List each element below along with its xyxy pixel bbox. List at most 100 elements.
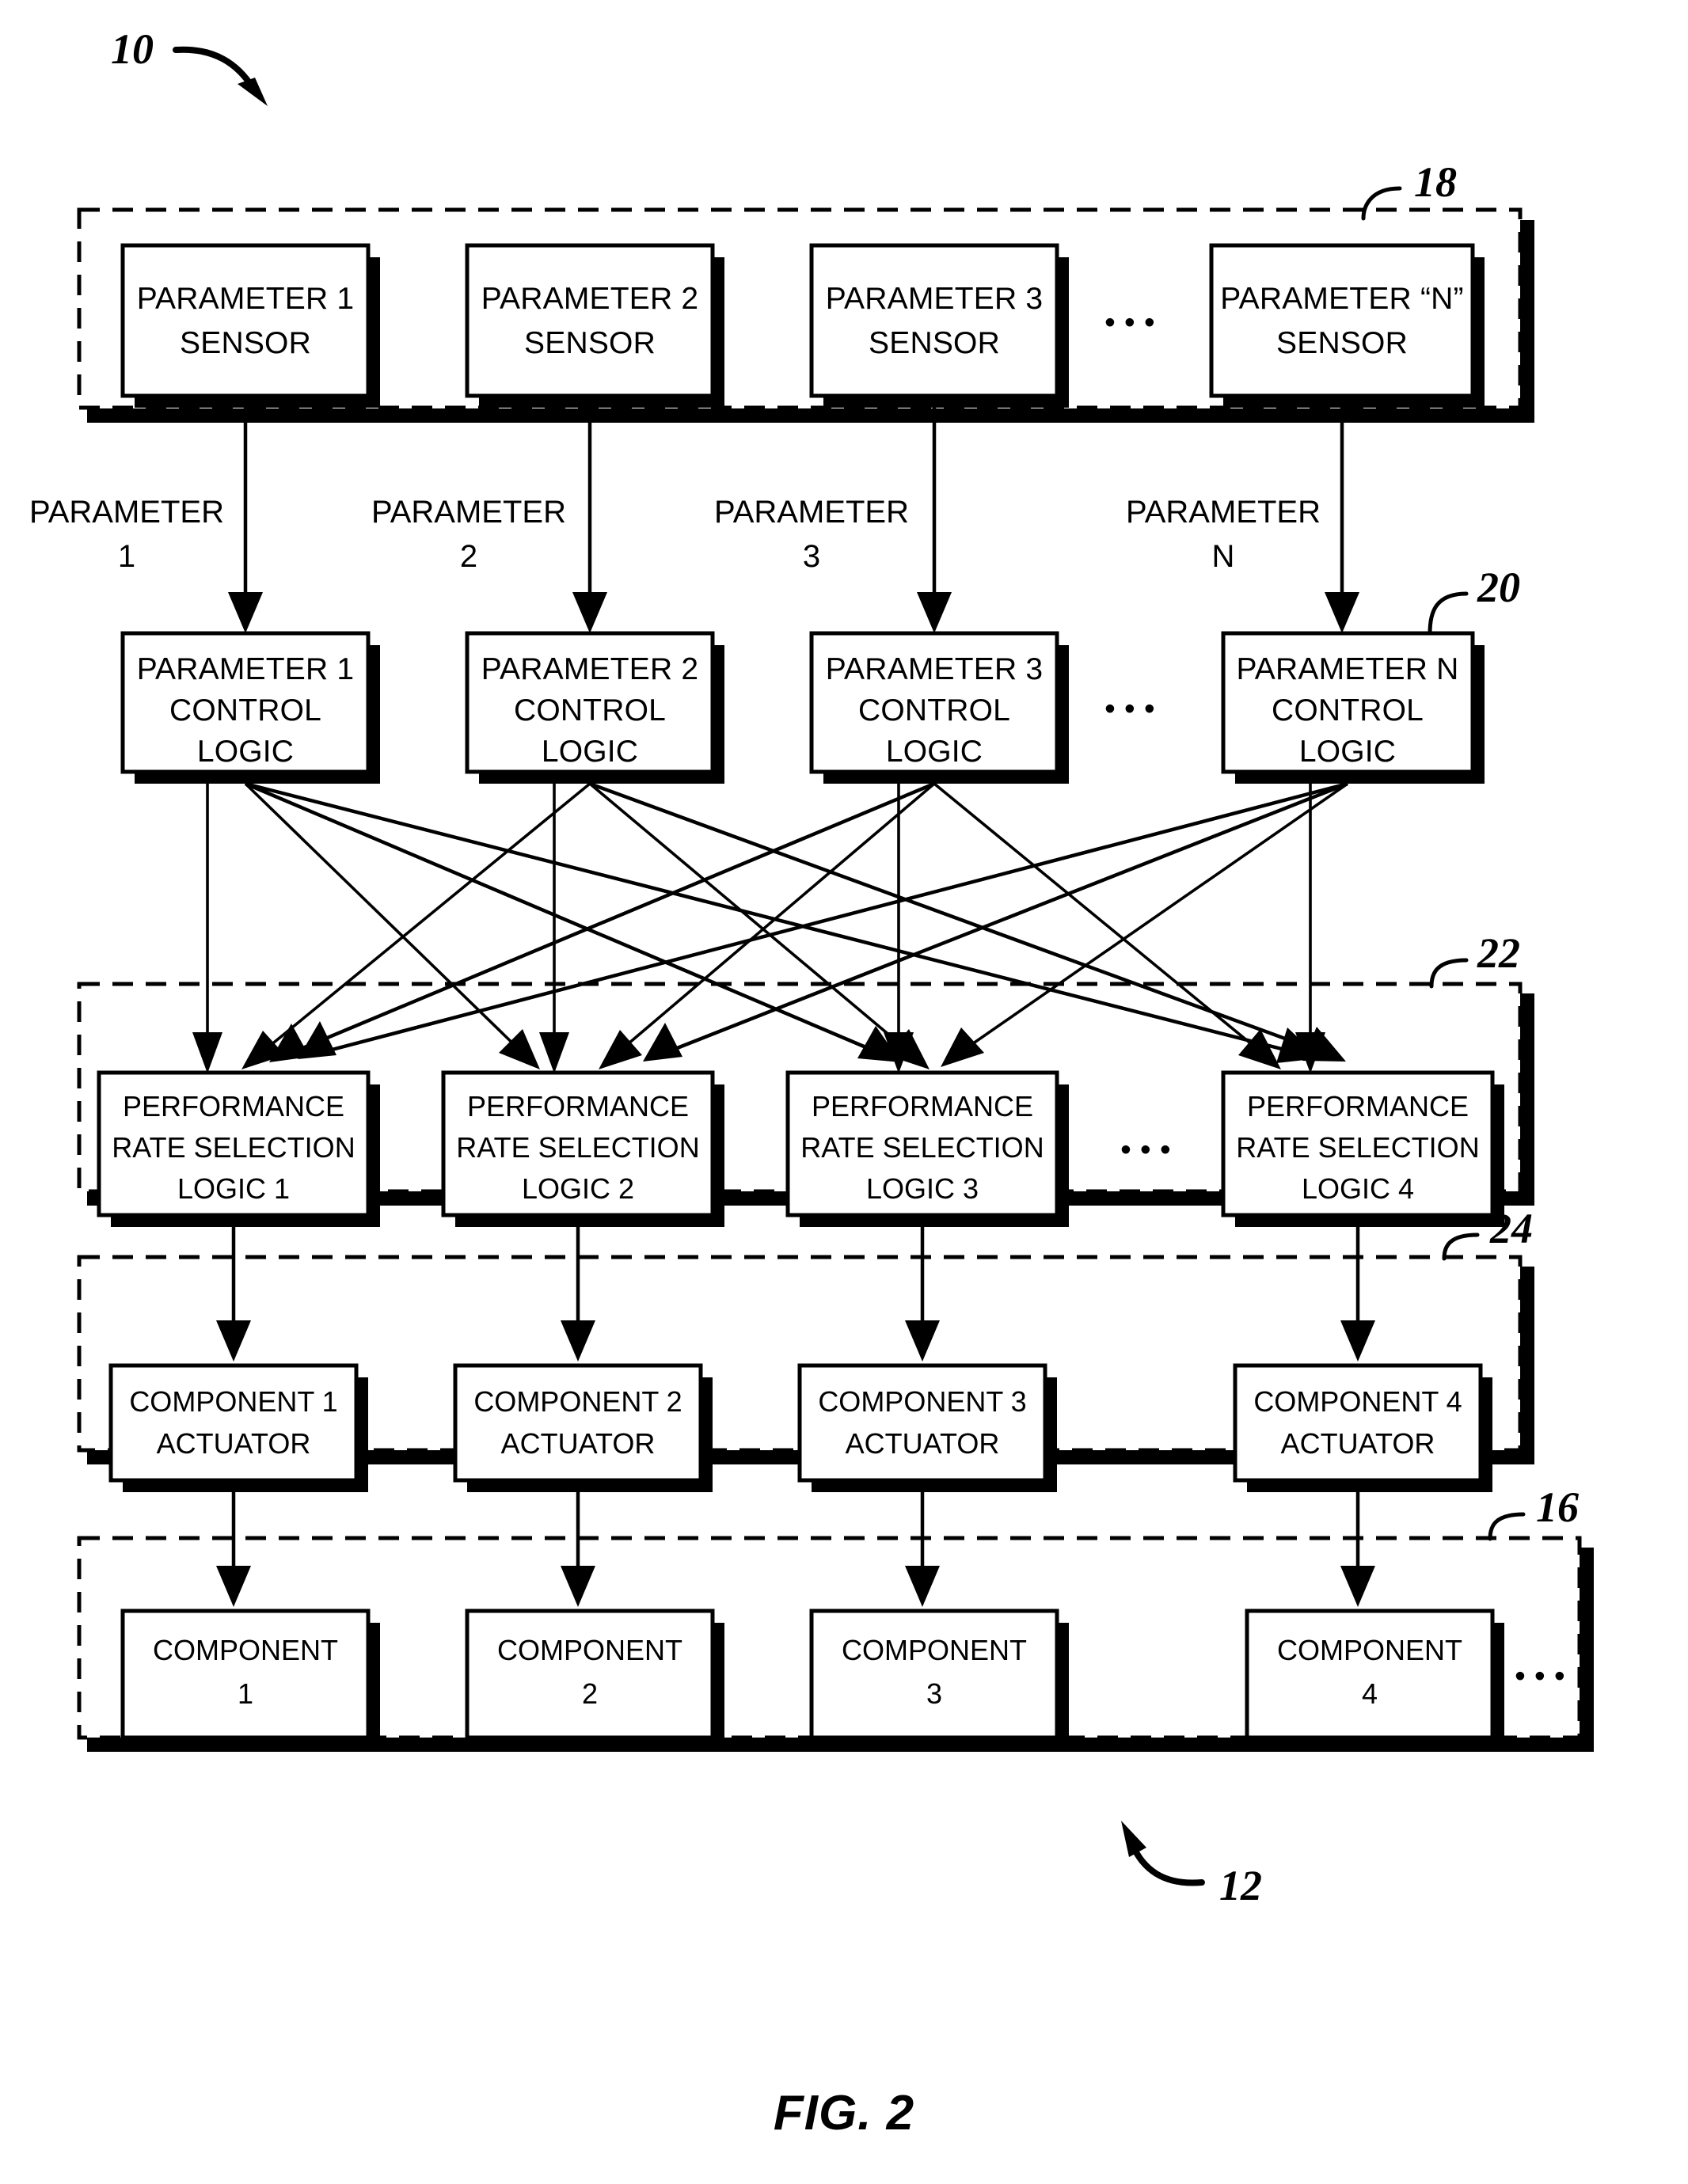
component-1-line1: COMPONENT — [153, 1634, 338, 1666]
prsl-to-actuator-flows — [216, 1227, 1375, 1362]
ref-12-callout: 12 — [1121, 1821, 1262, 1909]
parameter-1-sensor-line2: SENSOR — [180, 326, 311, 360]
parameter-signal-n-line1: PARAMETER — [1126, 495, 1321, 530]
ref-16-callout: 16 — [1488, 1483, 1579, 1541]
prsl-row-ellipsis: • • • — [1120, 1133, 1171, 1167]
component-1-line2: 1 — [238, 1677, 253, 1710]
pn-control-line1: PARAMETER N — [1236, 652, 1458, 686]
component-boxes: COMPONENT 1 COMPONENT 2 COMPONENT 3 COMP… — [120, 1609, 1565, 1749]
p3-control-line2: CONTROL — [858, 693, 1010, 727]
actuator-1-line2: ACTUATOR — [157, 1427, 311, 1460]
parameter-signal-n-line2: N — [1212, 539, 1235, 574]
component-3-actuator-box[interactable]: COMPONENT 3 ACTUATOR — [797, 1363, 1057, 1492]
parameter-1-sensor-box[interactable]: PARAMETER 1 SENSOR — [120, 243, 380, 408]
parameter-1-sensor-line1: PARAMETER 1 — [137, 282, 355, 316]
parameter-signal-1-line1: PARAMETER — [29, 495, 224, 530]
parameter-3-sensor-line2: SENSOR — [869, 326, 1000, 360]
ref-10-label: 10 — [111, 25, 154, 73]
figure-caption: FIG. 2 — [774, 2086, 914, 2140]
actuator-2-line2: ACTUATOR — [501, 1427, 656, 1460]
parameter-n-sensor-line2: SENSOR — [1276, 326, 1408, 360]
component-3-line1: COMPONENT — [842, 1634, 1027, 1666]
component-row-ellipsis: • • • — [1515, 1659, 1565, 1693]
component-1-box[interactable]: COMPONENT 1 — [120, 1609, 380, 1749]
parameter-signal-2-line1: PARAMETER — [371, 495, 566, 530]
component-4-line2: 4 — [1362, 1677, 1378, 1710]
component-3-box[interactable]: COMPONENT 3 — [809, 1609, 1069, 1749]
control-logic-boxes: PARAMETER 1 CONTROL LOGIC PARAMETER 2 CO… — [120, 631, 1485, 784]
parameter-signal-3-line2: 3 — [803, 539, 820, 574]
ref-18-label: 18 — [1414, 158, 1457, 206]
actuator-3-line2: ACTUATOR — [846, 1427, 1000, 1460]
parameter-2-sensor-line1: PARAMETER 2 — [481, 282, 699, 316]
control-to-prsl-mesh — [192, 781, 1349, 1073]
parameter-2-sensor-box[interactable]: PARAMETER 2 SENSOR — [465, 243, 724, 408]
ref-20-callout: 20 — [1428, 564, 1520, 636]
prsl-4-line1: PERFORMANCE — [1247, 1090, 1469, 1122]
prsl-box-3[interactable]: PERFORMANCE RATE SELECTION LOGIC 3 — [785, 1070, 1069, 1227]
parameter-signal-labels: PARAMETER 1 PARAMETER 2 PARAMETER 3 PARA… — [29, 495, 1321, 574]
parameter-1-control-logic-box[interactable]: PARAMETER 1 CONTROL LOGIC — [120, 631, 380, 784]
prsl-box-4[interactable]: PERFORMANCE RATE SELECTION LOGIC 4 — [1221, 1070, 1504, 1227]
actuator-2-line1: COMPONENT 2 — [473, 1385, 682, 1418]
ref-16-label: 16 — [1536, 1483, 1579, 1531]
prsl-4-line3: LOGIC 4 — [1302, 1172, 1414, 1205]
component-1-actuator-box[interactable]: COMPONENT 1 ACTUATOR — [108, 1363, 368, 1492]
ref-22-label: 22 — [1477, 929, 1520, 977]
p3-control-line1: PARAMETER 3 — [826, 652, 1044, 686]
actuator-3-line1: COMPONENT 3 — [818, 1385, 1026, 1418]
prsl-boxes: PERFORMANCE RATE SELECTION LOGIC 1 PERFO… — [97, 1070, 1504, 1227]
component-4-line1: COMPONENT — [1277, 1634, 1462, 1666]
actuator-1-line1: COMPONENT 1 — [129, 1385, 337, 1418]
prsl-3-line1: PERFORMANCE — [812, 1090, 1033, 1122]
prsl-box-2[interactable]: PERFORMANCE RATE SELECTION LOGIC 2 — [441, 1070, 724, 1227]
prsl-2-line2: RATE SELECTION — [456, 1131, 699, 1164]
component-4-box[interactable]: COMPONENT 4 — [1245, 1609, 1504, 1749]
ref-12-label: 12 — [1219, 1862, 1262, 1909]
ref-24-label: 24 — [1489, 1205, 1533, 1252]
parameter-signal-2-line2: 2 — [460, 539, 477, 574]
parameter-2-sensor-line2: SENSOR — [524, 326, 656, 360]
parameter-n-sensor-box[interactable]: PARAMETER “N” SENSOR — [1209, 243, 1485, 408]
parameter-n-sensor-line1: PARAMETER “N” — [1220, 282, 1463, 316]
prsl-3-line3: LOGIC 3 — [866, 1172, 979, 1205]
parameter-signal-3-line1: PARAMETER — [714, 495, 909, 530]
parameter-3-control-logic-box[interactable]: PARAMETER 3 CONTROL LOGIC — [809, 631, 1069, 784]
prsl-2-line3: LOGIC 2 — [522, 1172, 634, 1205]
prsl-1-line3: LOGIC 1 — [177, 1172, 290, 1205]
prsl-3-line2: RATE SELECTION — [800, 1131, 1044, 1164]
actuator-to-component-flows — [216, 1492, 1375, 1607]
actuator-4-line2: ACTUATOR — [1281, 1427, 1435, 1460]
sensor-row-ellipsis: • • • — [1104, 306, 1155, 340]
patent-figure: PARAMETER 1 SENSOR PARAMETER 2 SENSOR PA… — [0, 0, 1688, 2184]
parameter-3-sensor-box[interactable]: PARAMETER 3 SENSOR — [809, 243, 1069, 408]
component-2-line1: COMPONENT — [497, 1634, 682, 1666]
component-3-line2: 3 — [926, 1677, 942, 1710]
parameter-2-control-logic-box[interactable]: PARAMETER 2 CONTROL LOGIC — [465, 631, 724, 784]
p2-control-line1: PARAMETER 2 — [481, 652, 699, 686]
p1-control-line1: PARAMETER 1 — [137, 652, 355, 686]
sensor-boxes: PARAMETER 1 SENSOR PARAMETER 2 SENSOR PA… — [120, 243, 1485, 408]
ref-20-label: 20 — [1477, 564, 1520, 611]
parameter-signal-1-line2: 1 — [118, 539, 135, 574]
p1-control-line3: LOGIC — [197, 735, 294, 769]
ref-10-callout: 10 — [111, 25, 268, 106]
figure-2-block-diagram: PARAMETER 1 SENSOR PARAMETER 2 SENSOR PA… — [29, 25, 1594, 2140]
p2-control-line3: LOGIC — [542, 735, 638, 769]
prsl-box-1[interactable]: PERFORMANCE RATE SELECTION LOGIC 1 — [97, 1070, 380, 1227]
prsl-1-line1: PERFORMANCE — [123, 1090, 344, 1122]
component-2-box[interactable]: COMPONENT 2 — [465, 1609, 724, 1749]
actuator-4-line1: COMPONENT 4 — [1253, 1385, 1462, 1418]
pn-control-line2: CONTROL — [1272, 693, 1424, 727]
pn-control-line3: LOGIC — [1299, 735, 1396, 769]
p3-control-line3: LOGIC — [886, 735, 983, 769]
component-2-actuator-box[interactable]: COMPONENT 2 ACTUATOR — [453, 1363, 713, 1492]
component-4-actuator-box[interactable]: COMPONENT 4 ACTUATOR — [1233, 1363, 1492, 1492]
p1-control-line2: CONTROL — [169, 693, 321, 727]
prsl-1-line2: RATE SELECTION — [112, 1131, 355, 1164]
prsl-4-line2: RATE SELECTION — [1236, 1131, 1479, 1164]
prsl-2-line1: PERFORMANCE — [467, 1090, 689, 1122]
actuator-boxes: COMPONENT 1 ACTUATOR COMPONENT 2 ACTUATO… — [108, 1363, 1492, 1492]
control-logic-row-ellipsis: • • • — [1104, 692, 1155, 726]
parameter-n-control-logic-box[interactable]: PARAMETER N CONTROL LOGIC — [1221, 631, 1485, 784]
